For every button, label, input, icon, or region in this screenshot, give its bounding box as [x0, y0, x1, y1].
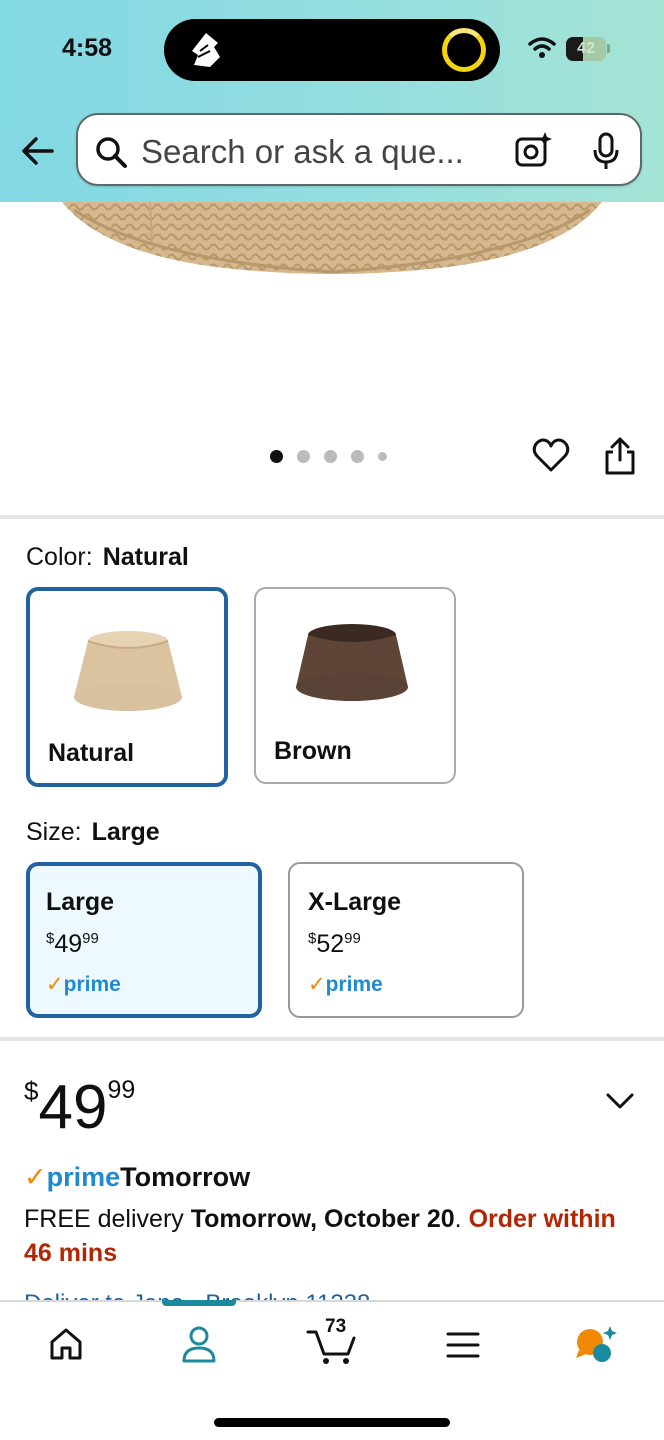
pagination-dot[interactable] — [378, 451, 387, 461]
rufus-assistant-icon[interactable] — [574, 1324, 618, 1364]
dynamic-island — [164, 19, 500, 81]
wifi-icon — [528, 37, 556, 58]
price-whole: 52 — [316, 930, 345, 958]
activity-ring-icon — [442, 28, 486, 72]
pagination-dot[interactable] — [351, 449, 364, 463]
chevron-down-icon[interactable] — [604, 1088, 636, 1114]
brown-basket-image — [296, 624, 408, 701]
delivery-info: FREE delivery Tomorrow, October 20. Orde… — [24, 1202, 624, 1270]
prime-logo: ✓prime — [46, 973, 121, 996]
pagination-dot[interactable] — [324, 449, 337, 463]
size-label-row: Size: Large — [26, 818, 160, 847]
color-swatch-label: Natural — [48, 739, 135, 767]
menu-icon[interactable] — [446, 1330, 480, 1360]
delivery-date: Tomorrow, October 20 — [190, 1205, 455, 1233]
price-currency: $ — [24, 1076, 39, 1106]
prime-logo: ✓prime — [24, 1162, 121, 1192]
product-image[interactable] — [0, 202, 664, 292]
price-whole: 49 — [54, 930, 83, 958]
battery-level: 42 — [577, 40, 595, 57]
color-label-row: Color: Natural — [26, 543, 189, 572]
search-icon — [96, 137, 127, 168]
camera-search-icon[interactable] — [514, 131, 552, 169]
price-fraction: 99 — [82, 930, 99, 947]
delivery-period: . — [454, 1205, 469, 1233]
battery-indicator: 42 — [566, 37, 606, 61]
search-input[interactable]: Search or ask a que... — [76, 113, 642, 186]
size-selected-value: Large — [91, 818, 160, 846]
pagination-dot[interactable] — [270, 449, 283, 463]
prime-delivery-badge: ✓primeTomorrow — [24, 1162, 250, 1193]
bottom-nav: 73 — [0, 1300, 664, 1440]
size-label: Size: — [26, 818, 82, 846]
color-label: Color: — [26, 543, 93, 571]
price-fraction: 99 — [344, 930, 361, 947]
share-icon[interactable] — [603, 436, 637, 476]
active-tab-indicator — [162, 1300, 236, 1306]
size-option-name: X-Large — [308, 888, 402, 916]
cart-count-badge: 73 — [325, 1316, 347, 1337]
header: 4:58 42 Search or ask a que... — [0, 0, 664, 202]
size-option-large[interactable]: Large $4999 ✓prime — [26, 862, 262, 1018]
app-activity-icon — [192, 33, 220, 67]
pagination-dot[interactable] — [297, 449, 310, 463]
price-fraction: 99 — [107, 1076, 136, 1104]
home-icon[interactable] — [48, 1326, 84, 1362]
delivery-free-text: FREE delivery — [24, 1205, 191, 1233]
product-price: $4999 — [24, 1072, 135, 1143]
natural-basket-image — [74, 631, 182, 711]
color-swatch-brown[interactable]: Brown — [254, 587, 456, 784]
microphone-icon[interactable] — [590, 131, 622, 171]
color-swatch-natural[interactable]: Natural — [26, 587, 228, 787]
back-arrow-icon[interactable] — [20, 134, 56, 168]
search-placeholder: Search or ask a que... — [141, 133, 464, 170]
color-swatch-label: Brown — [274, 737, 352, 765]
size-option-price: $5299 — [308, 930, 361, 959]
prime-delivery-when: Tomorrow — [120, 1162, 251, 1192]
price-whole: 49 — [38, 1073, 108, 1142]
heart-icon[interactable] — [532, 436, 570, 474]
section-divider — [0, 515, 664, 519]
prime-logo: ✓prime — [308, 973, 383, 996]
image-pagination — [270, 449, 387, 463]
status-time: 4:58 — [62, 34, 113, 62]
size-option-x-large[interactable]: X-Large $5299 ✓prime — [288, 862, 524, 1018]
color-selected-value: Natural — [102, 543, 189, 571]
home-indicator — [214, 1418, 450, 1427]
battery-nub — [607, 44, 610, 53]
account-icon[interactable] — [180, 1324, 218, 1364]
size-option-name: Large — [46, 888, 115, 916]
section-divider — [0, 1037, 664, 1041]
size-option-price: $4999 — [46, 930, 99, 959]
